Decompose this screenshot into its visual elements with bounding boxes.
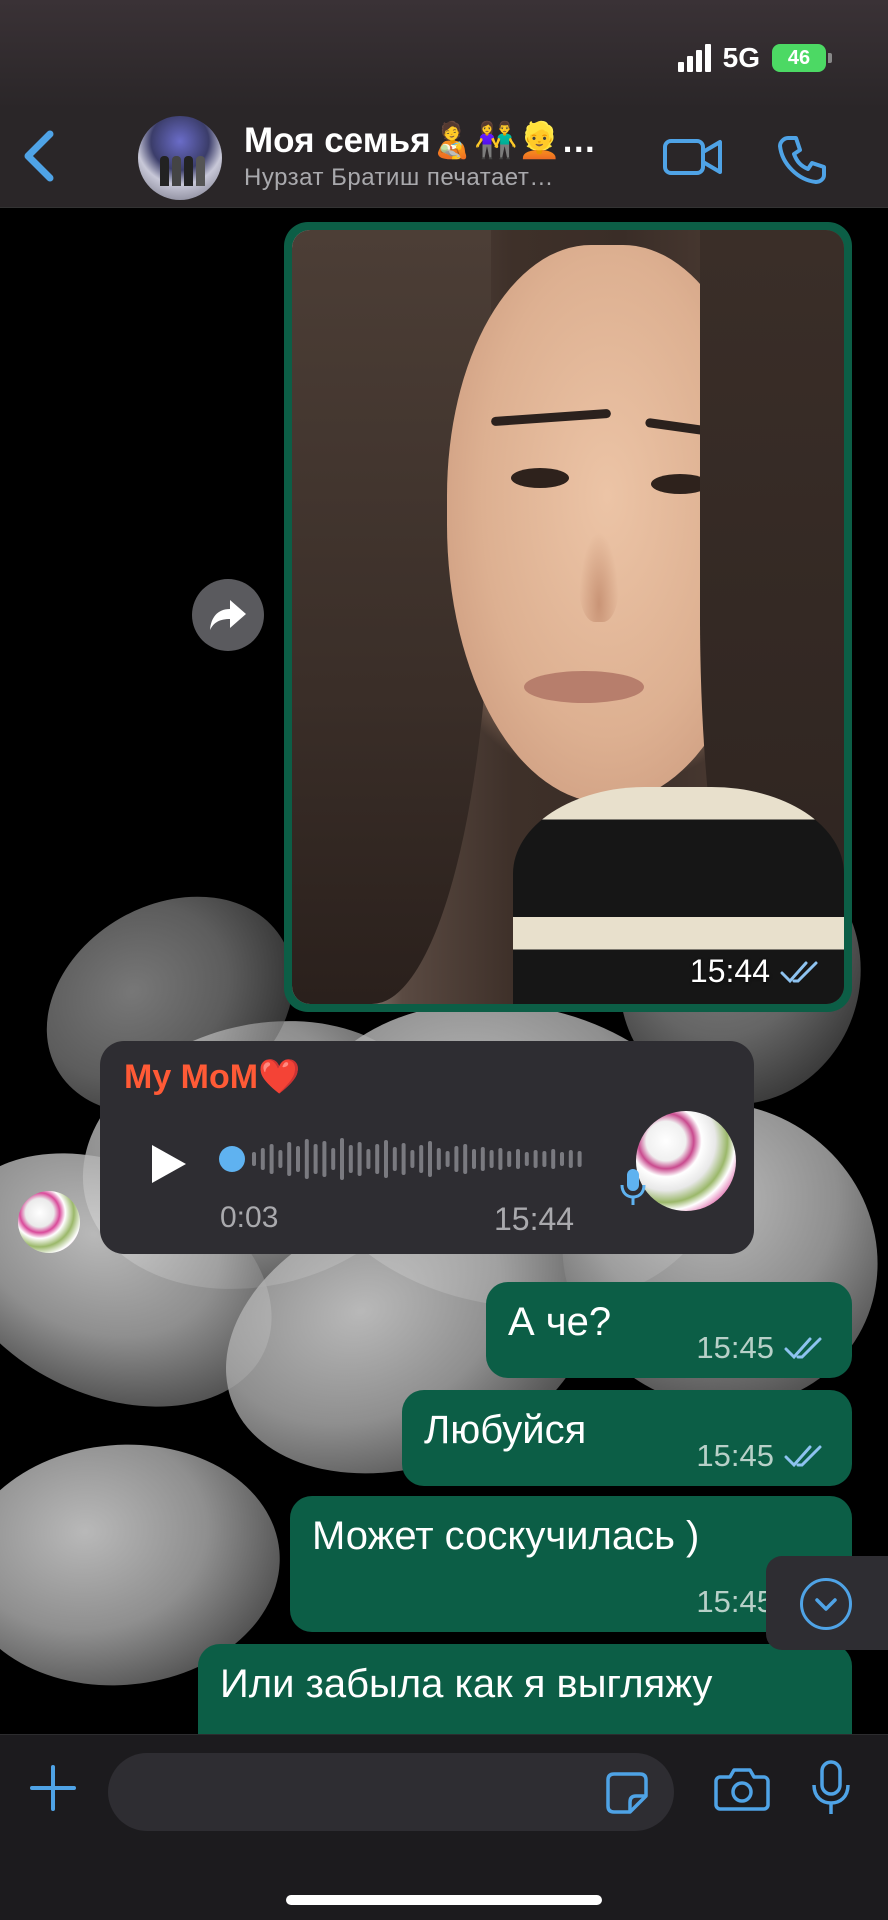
back-chevron-icon[interactable] <box>18 126 62 186</box>
message-time: 15:45 <box>696 1438 774 1473</box>
sender-voice-avatar <box>636 1111 736 1211</box>
chevron-down-icon <box>800 1578 852 1630</box>
battery-level: 46 <box>787 46 811 69</box>
message-meta: 15:44 <box>690 953 826 990</box>
message-time: 15:44 <box>689 953 770 989</box>
status-bar: 5G 46 <box>0 0 888 110</box>
double-check-icon <box>780 961 818 983</box>
play-icon[interactable] <box>148 1143 188 1190</box>
message-time: 15:45 <box>696 1330 774 1365</box>
double-check-icon <box>784 1445 822 1468</box>
home-indicator <box>286 1895 602 1905</box>
message-text: Может соскучилась ) <box>312 1514 700 1558</box>
video-call-icon[interactable] <box>662 132 724 187</box>
outgoing-message[interactable]: Любуйся 15:45 <box>402 1390 852 1486</box>
selfie-photo[interactable]: 15:44 <box>292 230 844 1004</box>
voice-duration: 0:03 <box>220 1201 279 1234</box>
message-meta: 15:45 <box>696 1330 830 1366</box>
double-check-icon <box>784 1337 822 1360</box>
outgoing-message[interactable]: А че? 15:45 <box>486 1282 852 1378</box>
photo-message[interactable]: 15:44 <box>284 222 852 1012</box>
network-type: 5G <box>722 42 760 73</box>
message-text: Или забыла как я выгляжу <box>220 1662 713 1706</box>
message-input-bar <box>0 1734 888 1920</box>
forward-button[interactable] <box>192 579 264 651</box>
chat-header: Моя семья🧑‍🍼👫👱… Нурзат Братиш печатает… <box>0 110 888 208</box>
microphone-icon[interactable] <box>810 1759 852 1822</box>
voice-waveform[interactable] <box>218 1135 588 1183</box>
plus-icon[interactable] <box>28 1763 78 1818</box>
message-meta: 15:45 <box>696 1438 830 1474</box>
message-time: 15:44 <box>494 1201 575 1237</box>
sticker-icon[interactable] <box>604 1770 650 1821</box>
camera-icon[interactable] <box>714 1765 770 1818</box>
message-input[interactable] <box>108 1753 674 1831</box>
scroll-to-bottom-button[interactable] <box>766 1556 888 1650</box>
sender-name[interactable]: My MoM❤️ <box>124 1057 300 1097</box>
battery-icon: 46 <box>772 44 832 72</box>
typing-status: Нурзат Братиш печатает… <box>244 164 554 191</box>
message-text: Любуйся <box>424 1408 587 1452</box>
message-time: 15:45 <box>696 1584 774 1619</box>
forward-icon <box>210 600 246 630</box>
microphone-icon <box>620 1167 646 1212</box>
chat-title[interactable]: Моя семья🧑‍🍼👫👱… <box>244 120 596 161</box>
voice-message: My MoM❤️ 0:03 15:44 <box>100 1041 754 1254</box>
message-text: А че? <box>508 1300 612 1344</box>
phone-icon[interactable] <box>774 132 830 193</box>
sender-avatar[interactable] <box>18 1191 80 1253</box>
cellular-signal-icon <box>677 44 711 72</box>
group-avatar[interactable] <box>138 116 222 200</box>
